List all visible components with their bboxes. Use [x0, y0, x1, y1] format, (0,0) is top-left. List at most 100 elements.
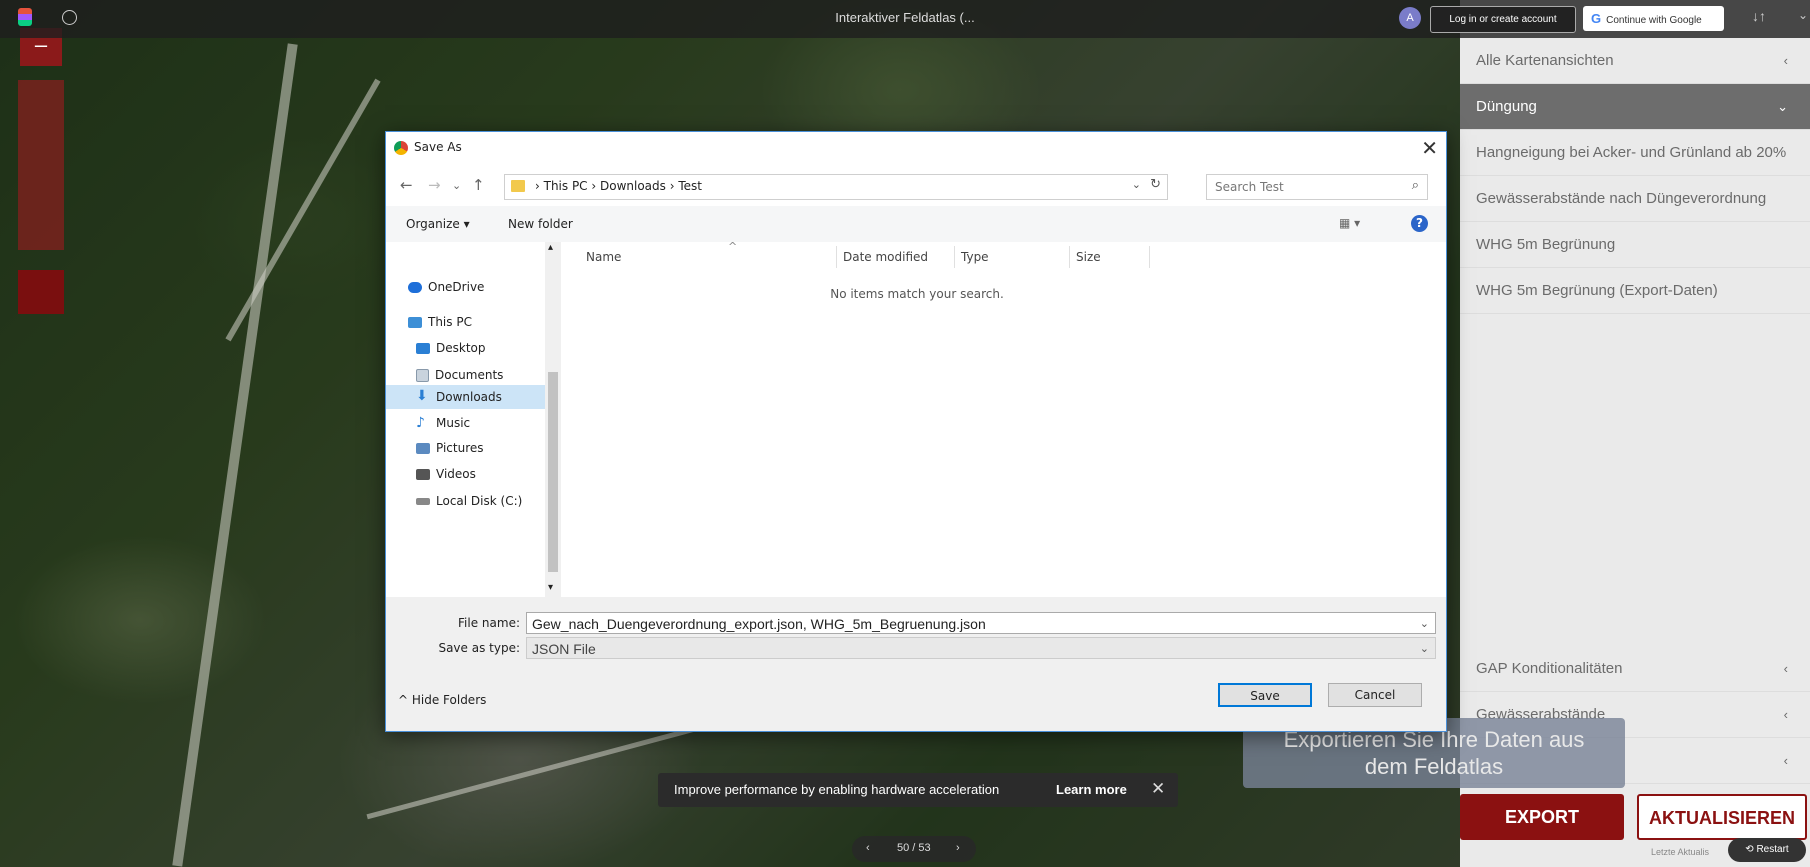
panel-item-whg-5m[interactable]: WHG 5m Begrünung — [1460, 222, 1810, 268]
prev-slide-button[interactable]: ‹ — [866, 842, 870, 854]
tree-item-label: Music — [436, 416, 471, 430]
scroll-up-icon[interactable]: ▴ — [548, 242, 553, 253]
google-icon: G — [1591, 11, 1602, 26]
panel-item-hangneigung[interactable]: Hangneigung bei Acker- und Grünland ab 2… — [1460, 130, 1810, 176]
column-type[interactable]: Type — [961, 250, 989, 264]
downloads-icon: ⬇ — [416, 387, 428, 404]
column-divider[interactable] — [1069, 246, 1070, 268]
column-size[interactable]: Size — [1076, 250, 1101, 264]
view-options-icon[interactable]: ▦ ▾ — [1339, 216, 1360, 230]
learn-more-link[interactable]: Learn more — [1056, 782, 1127, 797]
help-icon[interactable]: ? — [1411, 215, 1428, 232]
hardware-acceleration-toast: Improve performance by enabling hardware… — [658, 773, 1178, 807]
next-slide-button[interactable]: › — [956, 842, 960, 854]
export-button[interactable]: EXPORT — [1460, 794, 1624, 840]
tree-item-label: Pictures — [436, 441, 484, 455]
file-name-value: Gew_nach_Duengeverordnung_export.json, W… — [532, 616, 986, 632]
tree-item-label: Desktop — [436, 341, 486, 355]
videos-icon — [416, 469, 430, 480]
chevron-down-icon[interactable]: ⌄ — [1420, 613, 1429, 635]
breadcrumb[interactable]: › This PC › Downloads › Test — [535, 179, 702, 193]
column-headers: Name ^ Date modified Type Size — [561, 240, 1446, 270]
panel-item-label: WHG 5m Begrünung — [1476, 236, 1616, 253]
column-divider[interactable] — [1149, 246, 1150, 268]
sort-icon[interactable]: ↓↑ — [1752, 8, 1766, 24]
login-button[interactable]: Log in or create account — [1430, 6, 1576, 33]
column-divider[interactable] — [836, 246, 837, 268]
column-divider[interactable] — [954, 246, 955, 268]
tree-item-downloads[interactable]: ⬇ Downloads — [416, 387, 502, 405]
chevron-down-icon[interactable]: ⌄ — [1132, 178, 1141, 191]
tree-item-label: Documents — [435, 368, 504, 382]
chevron-left-icon: ‹ — [1783, 707, 1788, 722]
slide-pager: ‹ 50 / 53 › — [852, 836, 976, 862]
panel-item-duengung[interactable]: Düngung ⌄ — [1460, 84, 1810, 130]
tree-item-desktop[interactable]: Desktop — [416, 341, 486, 355]
last-update-text: Letzte Aktualis — [1651, 847, 1710, 857]
chrome-icon — [394, 140, 408, 155]
panel-item-label: Alle Kartenansichten — [1476, 52, 1614, 69]
column-name[interactable]: Name — [586, 250, 621, 264]
disk-icon — [416, 498, 430, 505]
tree-item-videos[interactable]: Videos — [416, 467, 476, 481]
aktualisieren-button[interactable]: AKTUALISIEREN — [1637, 794, 1807, 840]
slide-counter: 50 / 53 — [897, 842, 931, 854]
close-icon[interactable]: ✕ — [1421, 136, 1438, 160]
panel-item-label: Gewässerabstände nach Düngeverordnung — [1476, 190, 1767, 207]
map-overlay-area — [18, 80, 64, 250]
computer-icon — [408, 317, 422, 328]
tree-item-label: This PC — [428, 315, 472, 329]
tree-item-label: Videos — [436, 467, 476, 481]
tree-item-pictures[interactable]: Pictures — [416, 441, 484, 455]
hide-folders-button[interactable]: ^ Hide Folders — [398, 693, 486, 707]
file-name-label: File name: — [458, 616, 520, 630]
tree-item-onedrive[interactable]: OneDrive — [408, 280, 484, 294]
avatar[interactable]: A — [1399, 7, 1421, 29]
up-arrow-icon[interactable]: ↑ — [472, 176, 485, 194]
dialog-title-bar: Save As — [394, 140, 462, 162]
documents-icon — [416, 369, 429, 382]
panel-item-gap[interactable]: GAP Konditionalitäten ‹ — [1460, 646, 1810, 692]
save-type-value: JSON File — [532, 641, 596, 657]
save-type-select[interactable]: JSON File ⌄ — [526, 637, 1436, 659]
column-date-modified[interactable]: Date modified — [843, 250, 928, 264]
forward-arrow-icon[interactable]: → — [428, 176, 441, 194]
chevron-down-icon[interactable]: ⌄ — [1420, 638, 1429, 660]
panel-item-label: Hangneigung bei Acker- und Grünland ab 2… — [1476, 144, 1787, 161]
save-as-dialog: Save As ✕ ← → ⌄ ↑ › This PC › Downloads … — [385, 131, 1447, 732]
save-button[interactable]: Save — [1218, 683, 1312, 707]
address-bar[interactable]: › This PC › Downloads › Test ⌄ ↻ — [504, 174, 1168, 200]
organize-button[interactable]: Organize ▾ — [406, 217, 470, 231]
scroll-down-icon[interactable]: ▾ — [548, 582, 553, 593]
panel-item-whg-5m-export[interactable]: WHG 5m Begrünung (Export-Daten) — [1460, 268, 1810, 314]
panel-item-alle-kartenansichten[interactable]: Alle Kartenansichten ‹ — [1460, 38, 1810, 84]
search-input[interactable]: Search Test ⌕ — [1206, 174, 1428, 200]
cloud-icon — [408, 282, 422, 293]
pictures-icon — [416, 443, 430, 454]
back-arrow-icon[interactable]: ← — [400, 176, 413, 194]
close-icon[interactable]: ✕ — [1151, 779, 1165, 799]
google-login-button[interactable]: G Continue with Google — [1583, 6, 1724, 31]
file-name-field[interactable]: Gew_nach_Duengeverordnung_export.json, W… — [526, 612, 1436, 634]
tree-item-label: OneDrive — [428, 280, 485, 294]
new-folder-button[interactable]: New folder — [508, 217, 573, 231]
cancel-button[interactable]: Cancel — [1328, 683, 1422, 707]
folder-icon — [511, 180, 525, 192]
chevron-left-icon: ‹ — [1783, 753, 1788, 768]
scrollbar-thumb[interactable] — [548, 372, 558, 572]
google-login-label: Continue with Google — [1606, 15, 1702, 26]
toast-message: Improve performance by enabling hardware… — [674, 782, 1000, 797]
panel-item-label: Düngung — [1476, 98, 1537, 115]
chevron-down-icon[interactable]: ⌄ — [1798, 8, 1808, 22]
panel-item-label: WHG 5m Begrünung (Export-Daten) — [1476, 282, 1718, 299]
restart-button[interactable]: ⟲ Restart — [1728, 838, 1806, 862]
navigation-row: ← → ⌄ ↑ › This PC › Downloads › Test ⌄ ↻… — [386, 172, 1446, 202]
tree-item-music[interactable]: ♪ Music — [416, 416, 470, 430]
tree-item-documents[interactable]: Documents — [416, 368, 503, 382]
tree-item-local-disk[interactable]: Local Disk (C:) — [416, 494, 522, 508]
tree-item-this-pc[interactable]: This PC — [408, 315, 472, 329]
navigation-scrollbar[interactable]: ▴ ▾ — [545, 242, 561, 597]
refresh-icon[interactable]: ↻ — [1150, 177, 1161, 192]
panel-item-gewaesserabstaende-dv[interactable]: Gewässerabstände nach Düngeverordnung — [1460, 176, 1810, 222]
recent-locations-icon[interactable]: ⌄ — [452, 179, 461, 192]
